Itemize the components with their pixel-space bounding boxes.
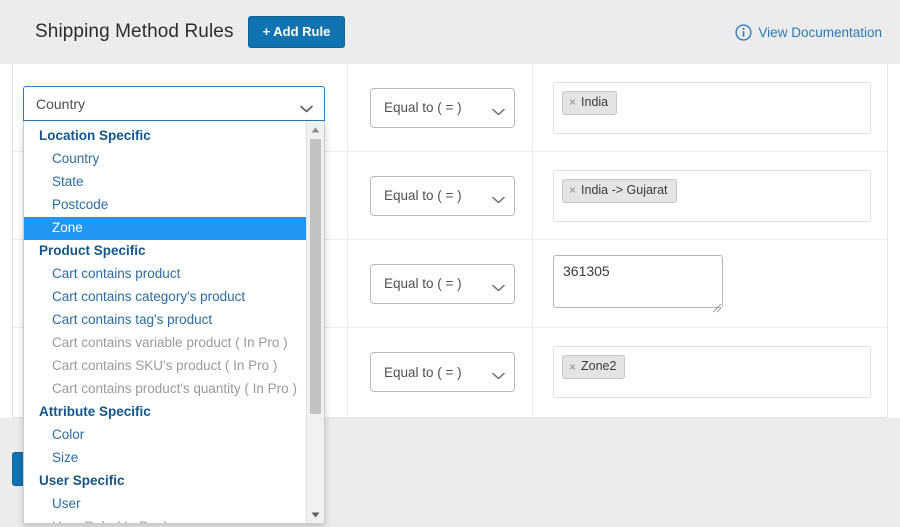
dropdown-option: Cart contains variable product ( In Pro …	[52, 335, 288, 350]
view-documentation-label: View Documentation	[758, 24, 882, 40]
condition-select-option-panel: Location Specific Country State Postcode Zon…	[23, 121, 325, 524]
view-documentation-link[interactable]: View Documentation	[735, 23, 882, 41]
dropdown-option: Cart contains SKU's product ( In Pro )	[52, 358, 278, 373]
value-token-field-row-4[interactable]: × Zone2	[553, 346, 871, 398]
page-title: Shipping Method Rules	[35, 21, 234, 42]
info-circle-icon	[735, 23, 753, 41]
dropdown-group-label: Attribute Specific	[39, 404, 151, 419]
dropdown-option[interactable]: Color	[24, 424, 306, 447]
value-textarea-wrap	[553, 254, 723, 313]
dropdown-option[interactable]: Cart contains product	[24, 263, 306, 286]
dropdown-option[interactable]: Zone	[24, 217, 306, 240]
dropdown-option[interactable]: Cart contains category's product	[24, 286, 306, 309]
chevron-down-icon	[300, 100, 313, 112]
chevron-down-icon	[492, 368, 505, 380]
rule-value-cell: × Zone2	[533, 328, 887, 416]
value-token-field-row-2[interactable]: × India -> Gujarat	[553, 169, 871, 222]
rule-value-cell: × India -> Gujarat	[533, 152, 887, 239]
value-textarea-row-3[interactable]	[553, 254, 723, 308]
dropdown-option: Cart contains product's quantity ( In Pr…	[52, 381, 297, 396]
condition-select-toggle[interactable]: Country	[23, 86, 325, 121]
rule-operator-cell: Equal to ( = )	[348, 152, 533, 239]
remove-token-icon[interactable]: ×	[569, 96, 576, 108]
value-token-label: Zone2	[581, 359, 617, 373]
rule-operator-cell: Equal to ( = )	[348, 240, 533, 327]
dropdown-option[interactable]: Country	[24, 148, 306, 171]
dropdown-option[interactable]: User	[24, 493, 306, 516]
value-token-field-row-1[interactable]: × India	[553, 81, 871, 134]
chevron-down-icon	[492, 280, 505, 291]
dropdown-option[interactable]: Cart contains tag's product	[24, 309, 306, 332]
remove-token-icon[interactable]: ×	[569, 361, 576, 373]
dropdown-option[interactable]: Postcode	[24, 194, 306, 217]
page-header: Shipping Method Rules + Add Rule View Do…	[0, 0, 900, 64]
dropdown-option: User Role ( In Pro )	[24, 516, 306, 523]
rule-value-cell: × India	[533, 64, 887, 151]
dropdown-scrollbar[interactable]	[306, 121, 324, 523]
dropdown-group-label: User Specific	[39, 473, 125, 488]
operator-select-value: Equal to ( = )	[384, 276, 462, 291]
operator-select-value: Equal to ( = )	[384, 188, 462, 203]
add-rule-button[interactable]: + Add Rule	[247, 16, 346, 48]
condition-select-dropdown: Country Location Specific Country State Pos…	[23, 86, 325, 524]
operator-select-row-3[interactable]: Equal to ( = )	[370, 263, 515, 304]
operator-select-value: Equal to ( = )	[384, 364, 462, 380]
dropdown-scrollbar-thumb[interactable]	[310, 139, 321, 414]
value-token: × Zone2	[562, 355, 626, 379]
rule-operator-cell: Equal to ( = )	[348, 328, 533, 416]
triangle-up-icon[interactable]	[307, 121, 324, 138]
value-token: × India -> Gujarat	[562, 178, 677, 203]
value-token: × India	[562, 90, 618, 115]
value-token-label: India -> Gujarat	[581, 182, 668, 197]
chevron-down-icon	[492, 192, 505, 203]
chevron-down-icon	[492, 104, 505, 115]
page-header-inner: Shipping Method Rules + Add Rule View Do…	[12, 0, 900, 64]
dropdown-option[interactable]: Size	[24, 447, 306, 470]
triangle-down-icon[interactable]	[307, 506, 324, 523]
condition-select-option-list: Location Specific Country State Postcode Zon…	[24, 121, 306, 523]
shipping-method-rules-page: Shipping Method Rules + Add Rule View Do…	[0, 0, 900, 527]
operator-select-row-2[interactable]: Equal to ( = )	[370, 175, 515, 216]
dropdown-group-label: Product Specific	[39, 243, 146, 258]
dropdown-group-label: Location Specific	[39, 128, 151, 143]
operator-select-row-4[interactable]: Equal to ( = )	[370, 352, 515, 392]
rule-value-cell	[533, 240, 887, 327]
remove-token-icon[interactable]: ×	[569, 184, 576, 196]
condition-select-selected-label: Country	[36, 95, 86, 112]
rule-operator-cell: Equal to ( = )	[348, 64, 533, 151]
value-token-label: India	[581, 94, 609, 109]
dropdown-option[interactable]: State	[24, 171, 306, 194]
operator-select-row-1[interactable]: Equal to ( = )	[370, 87, 515, 128]
operator-select-value: Equal to ( = )	[384, 100, 462, 115]
